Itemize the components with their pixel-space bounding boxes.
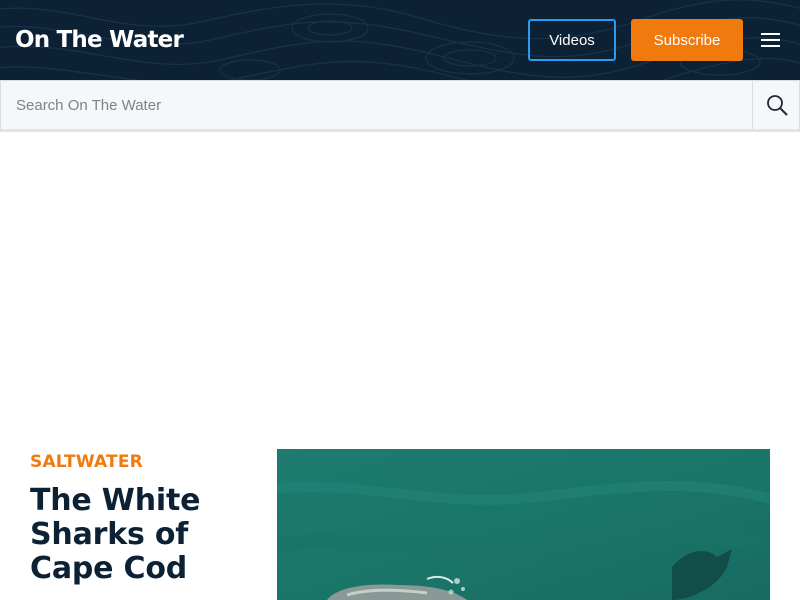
ad-placeholder xyxy=(0,134,800,434)
hamburger-menu-icon[interactable] xyxy=(758,28,784,52)
subscribe-button[interactable]: Subscribe xyxy=(631,19,743,61)
site-header: On The Water Videos Subscribe xyxy=(0,0,800,80)
menu-line xyxy=(761,45,780,47)
videos-button[interactable]: Videos xyxy=(528,19,616,61)
article-title[interactable]: The White Sharks of Cape Cod xyxy=(30,484,260,586)
article-hero-image[interactable] xyxy=(277,449,770,600)
site-logo[interactable]: On The Water xyxy=(15,26,184,54)
search-input[interactable] xyxy=(1,81,752,129)
search-button[interactable] xyxy=(752,81,800,129)
menu-line xyxy=(761,33,780,35)
search-icon xyxy=(766,95,787,116)
shark-water-photo xyxy=(277,449,770,600)
article-category[interactable]: SALTWATER xyxy=(30,452,143,472)
menu-line xyxy=(761,39,780,41)
search-bar xyxy=(0,80,800,132)
